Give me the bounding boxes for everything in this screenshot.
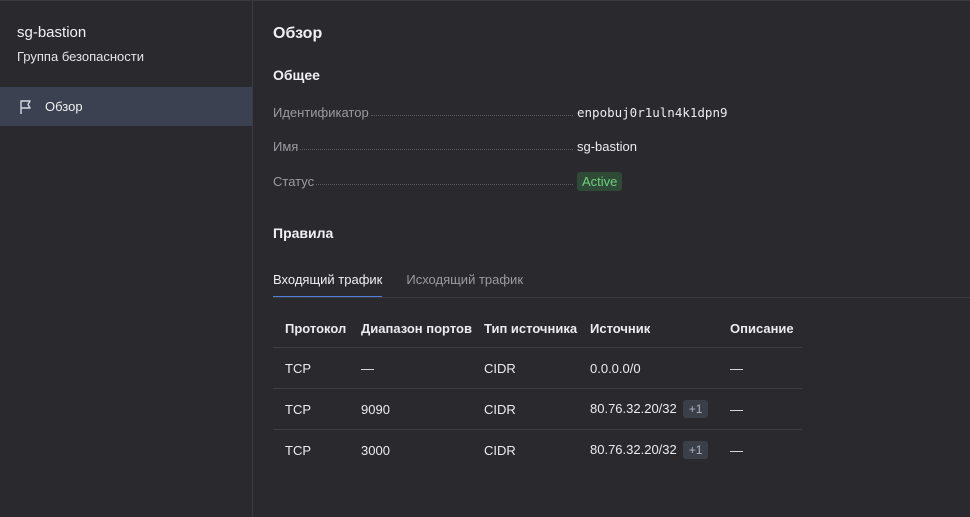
flag-icon <box>17 98 35 116</box>
leader-dots <box>300 148 573 150</box>
resource-name: sg-bastion <box>17 24 87 41</box>
cell-protocol: TCP <box>273 388 349 430</box>
source-value: 80.76.32.20/32 <box>590 401 677 416</box>
field-id: Идентификатор enpobuj0r1uln4k1dpn9 <box>273 102 733 122</box>
column-header-source-type: Тип источника <box>472 309 578 348</box>
tab-egress[interactable]: Исходящий трафик <box>406 267 523 298</box>
column-header-source: Источник <box>578 309 718 348</box>
field-name: Имя sg-bastion <box>273 136 733 156</box>
column-header-description: Описание <box>718 309 802 348</box>
resource-type: Группа безопасности <box>17 49 144 64</box>
field-id-value[interactable]: enpobuj0r1uln4k1dpn9 <box>577 105 728 120</box>
cell-ports: — <box>349 347 472 389</box>
rules-heading: Правила <box>273 225 334 241</box>
cell-source-type: CIDR <box>472 388 578 430</box>
leader-dots <box>370 114 573 116</box>
main-content: Обзор Общее Идентификатор enpobuj0r1uln4… <box>253 1 970 517</box>
sidebar-item-label: Обзор <box>45 99 83 114</box>
table-row[interactable]: TCP 9090 CIDR 80.76.32.20/32 +1 — <box>273 388 802 430</box>
field-name-label: Имя <box>273 138 299 154</box>
column-header-protocol: Протокол <box>273 309 349 348</box>
cell-protocol: TCP <box>273 347 349 389</box>
sidebar: sg-bastion Группа безопасности Обзор <box>0 1 253 517</box>
field-status-label: Статус <box>273 173 315 189</box>
tab-ingress[interactable]: Входящий трафик <box>273 267 383 298</box>
source-value: 80.76.32.20/32 <box>590 442 677 457</box>
table-header-row: Протокол Диапазон портов Тип источника И… <box>273 309 802 348</box>
page-title: Обзор <box>273 25 323 42</box>
table-row[interactable]: TCP — CIDR 0.0.0.0/0 — <box>273 347 802 389</box>
cell-protocol: TCP <box>285 442 311 458</box>
cell-description: — <box>718 388 802 430</box>
more-sources-badge[interactable]: +1 <box>682 441 709 459</box>
leader-dots <box>316 183 573 185</box>
column-header-ports: Диапазон портов <box>349 309 472 348</box>
status-badge: Active <box>577 171 623 191</box>
cell-description: — <box>718 347 802 389</box>
cell-source: 80.76.32.20/32 +1 <box>578 430 718 471</box>
field-id-label: Идентификатор <box>273 104 369 120</box>
general-heading: Общее <box>273 67 320 83</box>
tabs-divider <box>273 297 970 298</box>
cell-source-type: CIDR <box>472 347 578 389</box>
cell-source: 80.76.32.20/32 +1 <box>578 388 718 430</box>
rules-table: Протокол Диапазон портов Тип источника И… <box>273 309 802 470</box>
cell-ports: 3000 <box>361 442 390 458</box>
cell-source-type: CIDR <box>484 442 516 458</box>
table-row[interactable]: TCP 3000 CIDR 80.76.32.20/32 +1 — <box>273 430 802 471</box>
cell-ports: 9090 <box>349 388 472 430</box>
field-status: Статус Active <box>273 171 733 191</box>
more-sources-badge[interactable]: +1 <box>682 400 709 418</box>
cell-description: — <box>730 442 743 458</box>
field-name-value: sg-bastion <box>577 138 637 154</box>
source-value: 0.0.0.0/0 <box>590 360 641 376</box>
traffic-tabs: Входящий трафик Исходящий трафик <box>273 267 547 298</box>
cell-source: 0.0.0.0/0 <box>578 347 718 389</box>
sidebar-item-overview[interactable]: Обзор <box>0 87 252 126</box>
